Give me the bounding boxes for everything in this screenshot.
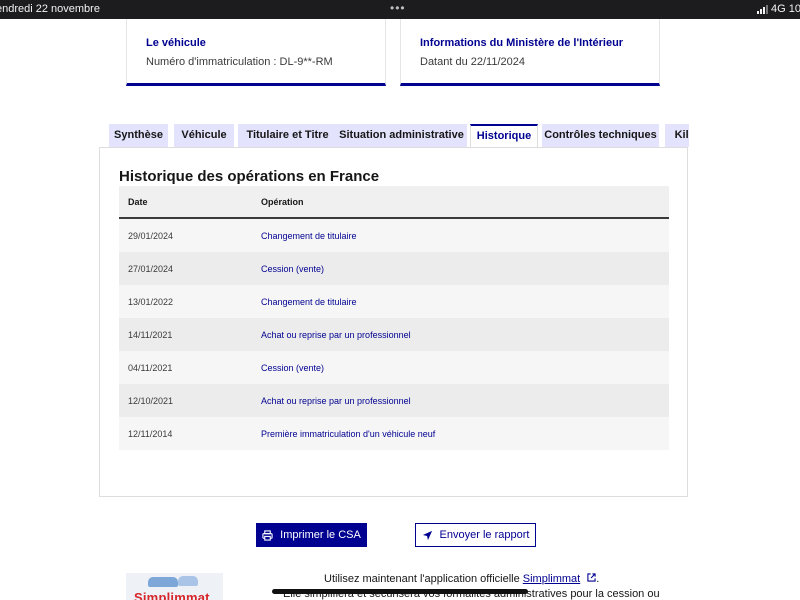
history-table: Date Opération 29/01/2024 Changement de … [119,186,669,450]
table-row: 29/01/2024 Changement de titulaire [119,219,669,252]
row-operation: Changement de titulaire [261,231,357,241]
car-icon [178,576,198,586]
send-report-label: Envoyer le rapport [439,529,530,541]
printer-icon [262,529,273,541]
row-date: 27/01/2024 [128,264,174,274]
status-right: 4G 10 [757,3,800,15]
tab-historique[interactable]: Historique [470,124,538,148]
ministry-date: Datant du 22/11/2024 [420,56,525,68]
print-csa-label: Imprimer le CSA [280,529,361,541]
row-operation: Première immatriculation d'un véhicule n… [261,429,436,439]
row-operation: Achat ou reprise par un professionnel [261,330,411,340]
table-row: 27/01/2024 Cession (vente) [119,252,669,285]
row-date: 04/11/2021 [128,363,173,373]
promo-suffix: . [596,573,600,585]
ministry-card-title: Informations du Ministère de l'Intérieur [420,37,624,49]
tab-kilometrage[interactable]: Kilo [665,124,689,147]
send-report-button[interactable]: Envoyer le rapport [415,523,536,547]
vehicle-card-title: Le véhicule [146,37,206,49]
row-operation: Changement de titulaire [261,297,357,307]
row-operation: Cession (vente) [261,264,325,274]
row-date: 29/01/2024 [128,231,174,241]
status-bar: endredi 22 novembre ••• 4G 10 [0,0,800,19]
tab-titulaire[interactable]: Titulaire et Titre [238,124,337,147]
send-arrow-icon [422,530,432,540]
table-body: 29/01/2024 Changement de titulaire 27/01… [119,219,669,450]
column-header-date: Date [128,197,148,207]
tab-situation-administrative[interactable]: Situation administrative [336,124,467,147]
column-header-operation: Opération [261,197,304,207]
car-icon [148,577,178,587]
multitasking-dots-icon[interactable]: ••• [390,1,406,15]
vehicle-card: Le véhicule Numéro d'immatriculation : D… [126,19,386,86]
simplimmat-logo-text: Simplimmat [134,590,210,600]
external-link-icon [587,573,596,582]
tab-synthese[interactable]: Synthèse [109,124,168,147]
ministry-card: Informations du Ministère de l'Intérieur… [400,19,660,86]
print-csa-button[interactable]: Imprimer le CSA [256,523,367,547]
registration-number: Numéro d'immatriculation : DL-9**-RM [146,56,333,68]
row-date: 12/10/2021 [128,396,174,406]
table-row: 13/01/2022 Changement de titulaire [119,285,669,318]
promo-text: Utilisez maintenant l'application offici… [324,573,523,585]
tab-bar: Synthèse Véhicule Titulaire et Titre Sit… [109,124,689,148]
promo-line: Utilisez maintenant l'application offici… [324,573,599,585]
tab-vehicule[interactable]: Véhicule [174,124,234,147]
table-row: 12/11/2014 Première immatriculation d'un… [119,417,669,450]
row-operation: Achat ou reprise par un professionnel [261,396,411,406]
table-row: 14/11/2021 Achat ou reprise par un profe… [119,318,669,351]
simplimmat-link[interactable]: Simplimmat [523,573,580,585]
status-date: endredi 22 novembre [0,3,100,15]
signal-icon [757,4,768,14]
home-indicator[interactable] [272,589,528,594]
history-panel: Historique des opérations en France Date… [99,147,688,497]
network-label: 4G 10 [771,3,800,15]
row-date: 14/11/2021 [128,330,173,340]
simplimmat-logo: Simplimmat [126,573,223,600]
table-row: 12/10/2021 Achat ou reprise par un profe… [119,384,669,417]
table-row: 04/11/2021 Cession (vente) [119,351,669,384]
row-operation: Cession (vente) [261,363,325,373]
tab-controles-techniques[interactable]: Contrôles techniques [542,124,659,147]
table-header: Date Opération [119,186,669,219]
row-date: 13/01/2022 [128,297,174,307]
row-date: 12/11/2014 [128,429,173,439]
history-title: Historique des opérations en France [119,168,380,185]
